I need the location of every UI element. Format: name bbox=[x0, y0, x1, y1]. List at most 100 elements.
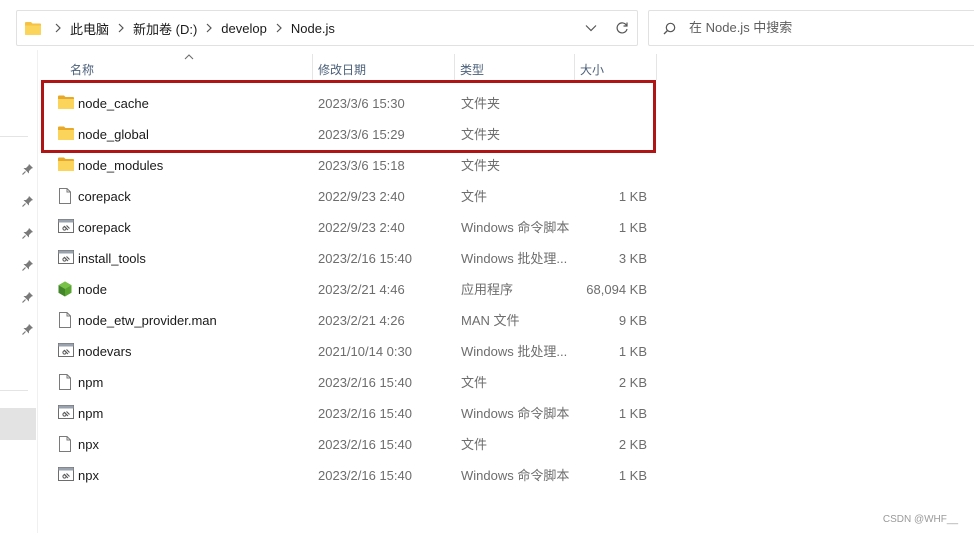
file-date: 2023/2/21 4:26 bbox=[318, 313, 405, 328]
file-name: npx bbox=[78, 437, 99, 452]
file-name: node_cache bbox=[78, 96, 149, 111]
pin-icon[interactable] bbox=[22, 291, 34, 303]
script-icon bbox=[58, 219, 74, 235]
file-type: 文件 bbox=[461, 189, 488, 204]
file-type: 文件夹 bbox=[461, 127, 501, 142]
script-icon bbox=[58, 467, 74, 483]
file-row[interactable]: npx 2023/2/16 15:40 文件 2 KB bbox=[38, 429, 658, 460]
chevron-right-icon[interactable] bbox=[270, 11, 288, 45]
column-divider[interactable] bbox=[656, 54, 657, 80]
folder-icon bbox=[58, 157, 74, 173]
file-icon bbox=[58, 188, 74, 204]
file-type: Windows 命令脚本 bbox=[461, 468, 570, 483]
file-size: 3 KB bbox=[618, 251, 647, 266]
file-name: node_modules bbox=[78, 158, 164, 173]
sort-ascending-icon bbox=[184, 54, 194, 60]
search-input[interactable]: 在 Node.js 中搜索 bbox=[648, 10, 974, 46]
file-row[interactable]: node_etw_provider.man 2023/2/21 4:26 MAN… bbox=[38, 305, 658, 336]
file-row[interactable]: npx 2023/2/16 15:40 Windows 命令脚本 1 KB bbox=[38, 460, 658, 491]
file-row[interactable]: corepack 2022/9/23 2:40 文件 1 KB bbox=[38, 181, 658, 212]
file-size: 1 KB bbox=[618, 406, 647, 421]
pin-icon[interactable] bbox=[22, 195, 34, 207]
file-row[interactable]: npm 2023/2/16 15:40 文件 2 KB bbox=[38, 367, 658, 398]
file-type: 文件 bbox=[461, 437, 488, 452]
file-size: 1 KB bbox=[618, 468, 647, 483]
pin-icon[interactable] bbox=[22, 227, 34, 239]
file-date: 2022/9/23 2:40 bbox=[318, 189, 405, 204]
file-type: 文件 bbox=[461, 375, 488, 390]
folder-icon bbox=[58, 126, 74, 142]
file-name: npm bbox=[78, 375, 104, 390]
nav-item-selected[interactable] bbox=[0, 408, 36, 440]
file-type: Windows 命令脚本 bbox=[461, 220, 570, 235]
search-icon bbox=[663, 22, 676, 38]
file-name: corepack bbox=[78, 220, 131, 235]
breadcrumb-this-pc[interactable]: 此电脑 bbox=[67, 19, 112, 38]
file-name: node_global bbox=[78, 127, 149, 142]
file-row[interactable]: nodevars 2021/10/14 0:30 Windows 批处理... … bbox=[38, 336, 658, 367]
file-date: 2023/3/6 15:18 bbox=[318, 158, 405, 173]
chevron-right-icon[interactable] bbox=[49, 11, 67, 45]
file-date: 2023/2/21 4:46 bbox=[318, 282, 405, 297]
address-bar[interactable]: 此电脑 新加卷 (D:) develop Node.js bbox=[16, 10, 638, 46]
file-list: node_cache 2023/3/6 15:30 文件夹 node_globa… bbox=[38, 88, 658, 491]
file-name: npm bbox=[78, 406, 104, 421]
pin-icon[interactable] bbox=[22, 323, 34, 335]
file-name: node bbox=[78, 282, 107, 297]
file-row[interactable]: node_global 2023/3/6 15:29 文件夹 bbox=[38, 119, 658, 150]
column-divider[interactable] bbox=[574, 54, 575, 80]
script-icon bbox=[58, 405, 74, 421]
file-type: Windows 批处理... bbox=[461, 344, 568, 359]
file-type: 文件夹 bbox=[461, 96, 501, 111]
file-row[interactable]: node_cache 2023/3/6 15:30 文件夹 bbox=[38, 88, 658, 119]
file-icon bbox=[58, 312, 74, 328]
file-name: install_tools bbox=[78, 251, 146, 266]
file-size: 1 KB bbox=[618, 344, 647, 359]
navigation-pane bbox=[0, 50, 38, 533]
file-row[interactable]: node_modules 2023/3/6 15:18 文件夹 bbox=[38, 150, 658, 181]
file-type: MAN 文件 bbox=[461, 313, 520, 328]
column-size[interactable]: 大小 bbox=[580, 52, 604, 80]
file-date: 2022/9/23 2:40 bbox=[318, 220, 405, 235]
file-row[interactable]: corepack 2022/9/23 2:40 Windows 命令脚本 1 K… bbox=[38, 212, 658, 243]
breadcrumb-develop[interactable]: develop bbox=[218, 21, 270, 36]
file-date: 2023/3/6 15:30 bbox=[318, 96, 405, 111]
file-icon bbox=[58, 436, 74, 452]
file-row[interactable]: install_tools 2023/2/16 15:40 Windows 批处… bbox=[38, 243, 658, 274]
column-type[interactable]: 类型 bbox=[460, 52, 484, 80]
divider bbox=[0, 136, 28, 137]
chevron-right-icon[interactable] bbox=[112, 11, 130, 45]
file-type: 应用程序 bbox=[461, 282, 514, 297]
folder-icon bbox=[58, 95, 74, 111]
file-size: 68,094 KB bbox=[586, 282, 647, 297]
node-app-icon bbox=[58, 281, 74, 297]
breadcrumb-nodejs[interactable]: Node.js bbox=[288, 21, 338, 36]
column-date[interactable]: 修改日期 bbox=[318, 52, 366, 80]
file-name: npx bbox=[78, 468, 99, 483]
file-date: 2023/2/16 15:40 bbox=[318, 437, 412, 452]
column-divider[interactable] bbox=[312, 54, 313, 80]
file-row[interactable]: node 2023/2/21 4:46 应用程序 68,094 KB bbox=[38, 274, 658, 305]
breadcrumb-drive-d[interactable]: 新加卷 (D:) bbox=[130, 19, 200, 38]
file-name: corepack bbox=[78, 189, 131, 204]
chevron-right-icon[interactable] bbox=[200, 11, 218, 45]
file-name: node_etw_provider.man bbox=[78, 313, 217, 328]
file-type: Windows 命令脚本 bbox=[461, 406, 570, 421]
file-date: 2023/2/16 15:40 bbox=[318, 375, 412, 390]
file-date: 2023/3/6 15:29 bbox=[318, 127, 405, 142]
pin-icon[interactable] bbox=[22, 259, 34, 271]
column-name[interactable]: 名称 bbox=[70, 52, 94, 80]
file-date: 2023/2/16 15:40 bbox=[318, 468, 412, 483]
divider bbox=[0, 390, 28, 391]
breadcrumb: 此电脑 新加卷 (D:) develop Node.js bbox=[25, 11, 338, 45]
script-icon bbox=[58, 250, 74, 266]
refresh-icon[interactable] bbox=[615, 21, 629, 35]
file-type: Windows 批处理... bbox=[461, 251, 568, 266]
search-placeholder: 在 Node.js 中搜索 bbox=[689, 20, 793, 35]
pin-icon[interactable] bbox=[22, 163, 34, 175]
file-row[interactable]: npm 2023/2/16 15:40 Windows 命令脚本 1 KB bbox=[38, 398, 658, 429]
column-divider[interactable] bbox=[454, 54, 455, 80]
file-name: nodevars bbox=[78, 344, 132, 359]
file-size: 9 KB bbox=[618, 313, 647, 328]
chevron-down-icon[interactable] bbox=[585, 24, 597, 32]
